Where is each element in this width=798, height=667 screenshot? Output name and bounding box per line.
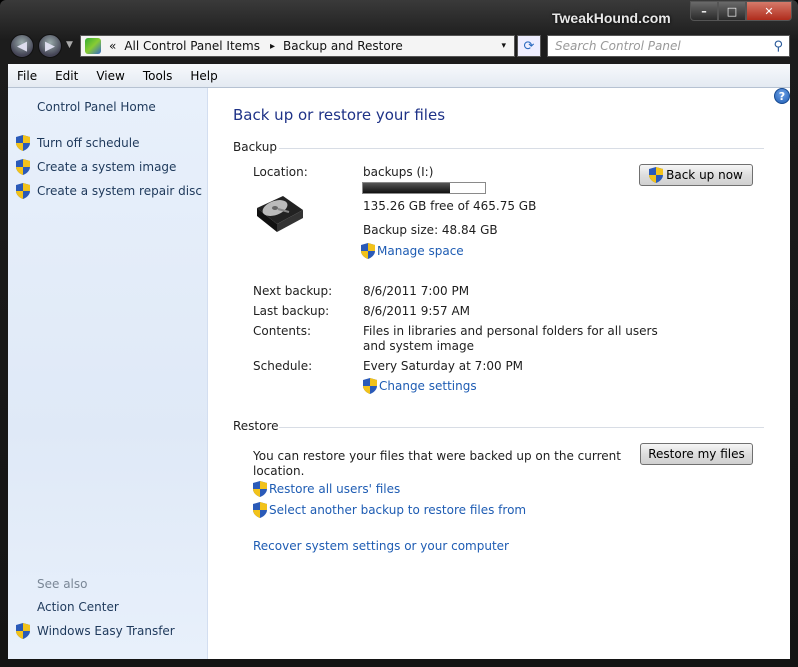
location-value: backups (I:): [363, 165, 434, 179]
recover-system-settings-link[interactable]: Recover system settings or your computer: [253, 539, 509, 553]
breadcrumb-separator-icon[interactable]: ▸: [270, 41, 275, 52]
create-system-repair-disc-link[interactable]: Create a system repair disc: [16, 183, 202, 199]
forward-arrow-icon: ▶: [45, 38, 55, 54]
menu-view[interactable]: View: [87, 69, 133, 83]
sidebar: Control Panel Home Turn off schedule Cre…: [8, 88, 208, 659]
window-frame: TweakHound.com – □ ✕ ◀ ▶ ▼ « All Control…: [0, 0, 798, 667]
last-backup-value: 8/6/2011 9:57 AM: [363, 304, 471, 318]
search-input[interactable]: Search Control Panel ⚲: [547, 35, 790, 57]
change-settings-label: Change settings: [379, 379, 477, 393]
menu-tools[interactable]: Tools: [134, 69, 182, 83]
drive-usage-fill: [363, 183, 450, 193]
next-backup-label: Next backup:: [253, 284, 333, 298]
breadcrumb-backup-and-restore[interactable]: Backup and Restore: [283, 39, 403, 53]
caption-buttons: – □ ✕: [690, 1, 792, 21]
close-button[interactable]: ✕: [746, 1, 792, 21]
create-system-image-link[interactable]: Create a system image: [16, 159, 176, 175]
restore-all-users-files-link[interactable]: Restore all users' files: [253, 481, 400, 497]
create-system-image-label: Create a system image: [37, 160, 177, 174]
recent-pages-dropdown[interactable]: ▼: [66, 40, 73, 50]
uac-shield-icon: [363, 378, 377, 394]
content-area: Control Panel Home Turn off schedule Cre…: [8, 88, 790, 659]
control-panel-icon: [85, 38, 101, 54]
back-up-now-label: Back up now: [666, 168, 743, 182]
search-icon[interactable]: ⚲: [773, 39, 783, 54]
forward-button[interactable]: ▶: [38, 34, 62, 58]
menu-help[interactable]: Help: [181, 69, 226, 83]
action-center-link[interactable]: Action Center: [37, 600, 119, 614]
control-panel-home-link[interactable]: Control Panel Home: [37, 100, 156, 114]
refresh-button[interactable]: ⟳: [517, 35, 541, 57]
uac-shield-icon: [16, 183, 30, 199]
backup-size-text: Backup size: 48.84 GB: [363, 223, 498, 237]
restore-description-line2: location.: [253, 464, 305, 478]
search-placeholder: Search Control Panel: [555, 39, 681, 53]
location-label: Location:: [253, 165, 308, 179]
restore-divider: [279, 427, 764, 428]
create-system-repair-disc-label: Create a system repair disc: [37, 184, 202, 198]
menu-file[interactable]: File: [8, 69, 46, 83]
windows-easy-transfer-label: Windows Easy Transfer: [37, 624, 175, 638]
uac-shield-icon: [649, 167, 664, 183]
restore-section-heading: Restore: [233, 419, 279, 433]
menu-bar: File Edit View Tools Help: [8, 64, 790, 88]
next-backup-value: 8/6/2011 7:00 PM: [363, 284, 470, 298]
breadcrumb-all-control-panel-items[interactable]: All Control Panel Items: [124, 39, 260, 53]
change-settings-link[interactable]: Change settings: [363, 378, 477, 394]
drive-usage-bar: [362, 182, 486, 194]
manage-space-link[interactable]: Manage space: [361, 243, 464, 259]
backup-section-heading: Backup: [233, 140, 277, 154]
address-overflow-chevron[interactable]: «: [109, 39, 116, 53]
address-dropdown-icon[interactable]: ▾: [501, 41, 506, 51]
turn-off-schedule-link[interactable]: Turn off schedule: [16, 135, 139, 151]
contents-label: Contents:: [253, 324, 312, 338]
uac-shield-icon: [16, 135, 30, 151]
select-another-backup-link[interactable]: Select another backup to restore files f…: [253, 502, 526, 518]
uac-shield-icon: [16, 623, 30, 639]
address-bar[interactable]: « All Control Panel Items ▸ Backup and R…: [80, 35, 515, 57]
windows-easy-transfer-link[interactable]: Windows Easy Transfer: [16, 623, 175, 639]
refresh-icon: ⟳: [523, 38, 535, 54]
contents-value-line2: and system image: [363, 339, 474, 353]
restore-my-files-button[interactable]: Restore my files: [640, 443, 753, 465]
contents-value-line1: Files in libraries and personal folders …: [363, 324, 658, 338]
back-up-now-button[interactable]: Back up now: [639, 164, 753, 186]
main-panel: Back up or restore your files Backup Loc…: [209, 88, 790, 659]
see-also-heading: See also: [37, 577, 88, 591]
manage-space-label: Manage space: [377, 244, 464, 258]
maximize-button[interactable]: □: [718, 1, 746, 21]
menu-edit[interactable]: Edit: [46, 69, 87, 83]
hard-drive-icon: [257, 196, 303, 232]
restore-description-line1: You can restore your files that were bac…: [253, 449, 621, 463]
uac-shield-icon: [16, 159, 30, 175]
free-space-text: 135.26 GB free of 465.75 GB: [363, 199, 537, 213]
backup-divider: [279, 148, 764, 149]
watermark: TweakHound.com: [552, 10, 671, 26]
schedule-label: Schedule:: [253, 359, 313, 373]
last-backup-label: Last backup:: [253, 304, 330, 318]
uac-shield-icon: [253, 502, 267, 518]
uac-shield-icon: [361, 243, 375, 259]
back-button[interactable]: ◀: [10, 34, 34, 58]
uac-shield-icon: [253, 481, 267, 497]
schedule-value: Every Saturday at 7:00 PM: [363, 359, 524, 373]
minimize-button[interactable]: –: [690, 1, 718, 21]
restore-all-users-files-label: Restore all users' files: [269, 482, 401, 496]
back-arrow-icon: ◀: [17, 38, 27, 54]
select-another-backup-label: Select another backup to restore files f…: [269, 503, 527, 517]
page-title: Back up or restore your files: [233, 106, 446, 124]
turn-off-schedule-label: Turn off schedule: [37, 136, 140, 150]
